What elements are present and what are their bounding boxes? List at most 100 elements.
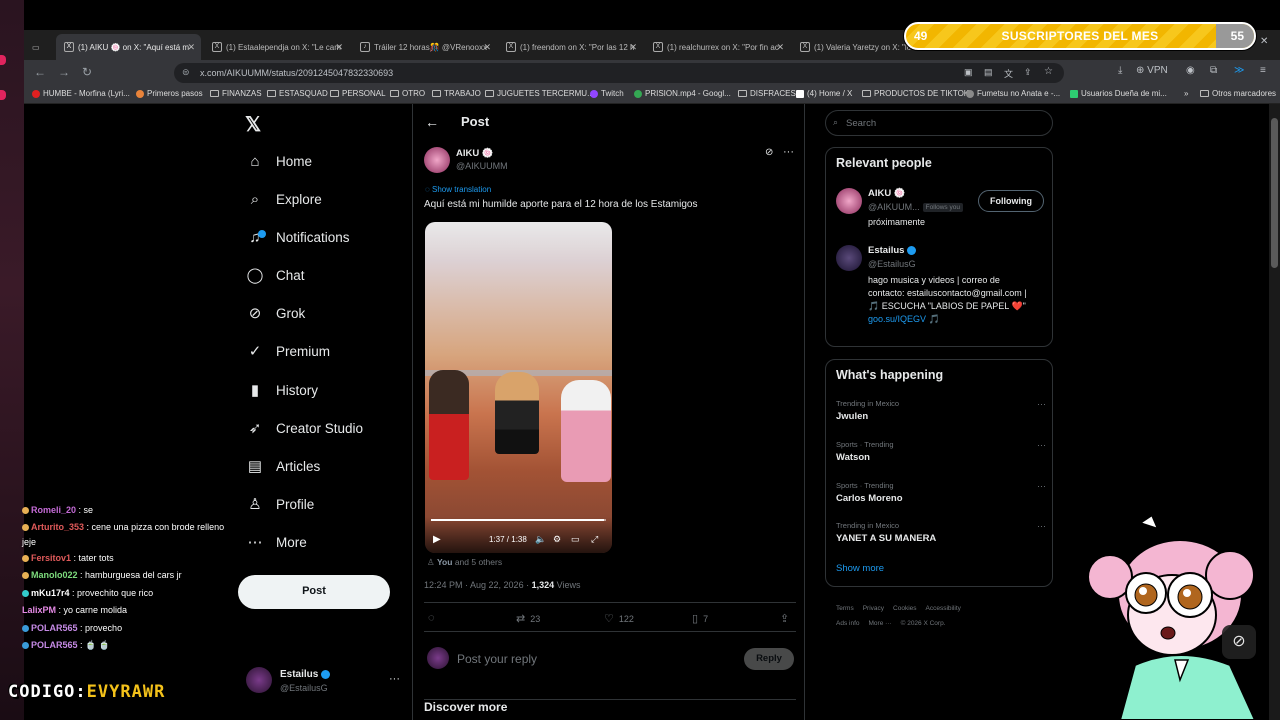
nav-chat[interactable]: ◯ Chat [246,263,305,287]
trend-item[interactable]: Trending in Mexico Jwulen ··· [836,399,1046,422]
download-icon[interactable]: ⤓ [1118,65,1122,76]
footer-link[interactable]: Terms [836,605,854,612]
bookmark-item[interactable]: FINANZAS [210,89,262,98]
browser-tab[interactable]: X (1) Estaalependja on X: "Le cam ✕ [204,34,349,60]
bookmark-item[interactable]: PRODUCTOS DE TIKTOK [862,89,969,98]
bookmark-button[interactable]: ▯ 7 [692,612,708,625]
menu-icon[interactable]: ≡ [1260,65,1266,76]
nav-premium[interactable]: ✓ Premium [246,339,330,363]
trend-item[interactable]: Sports · Trending Carlos Moreno ··· [836,481,1046,504]
camera-off-icon[interactable]: ⊘ [1222,625,1256,659]
browser-tab[interactable]: X (1) realchurrex on X: "Por fin ac ✕ [645,34,790,60]
translate-icon[interactable]: 文 [1004,67,1013,80]
reply-input[interactable]: Post your reply [457,652,537,666]
bio-link[interactable]: goo.su/IQEGV 🎵 [868,314,940,324]
close-icon[interactable]: ✕ [776,42,784,53]
reply-button[interactable]: ◌ [428,612,440,624]
browser-tab[interactable]: X (1) freendom on X: "Por las 12 h ✕ [498,34,643,60]
profile-icon[interactable]: ◉ [1186,65,1195,76]
share-icon[interactable]: ⇪ [1024,67,1032,78]
nav-home[interactable]: ⌂ Home [246,149,312,173]
video-player[interactable]: ▶ 1:37 / 1:38 🔈 ⚙ ▭ ⤢ [425,222,612,553]
avatar[interactable] [836,245,862,271]
more-icon[interactable]: ··· [1037,481,1046,491]
close-icon[interactable]: ✕ [335,42,343,53]
liked-by[interactable]: ♙ You and 5 others [427,557,502,568]
forward-icon[interactable]: → [58,65,70,79]
more-icon[interactable]: ··· [1037,521,1046,531]
more-icon[interactable]: ··· [389,673,400,685]
address-bar[interactable]: ⊜ x.com/AIKUUMM/status/20912450478323306… [174,63,1064,83]
back-arrow-icon[interactable]: ← [425,114,439,130]
bookmark-item[interactable]: OTRO [390,89,425,98]
author-name[interactable]: AIKU 🍥 [456,148,494,159]
play-icon[interactable]: ▶ [433,534,441,545]
bookmark-item[interactable]: ESTASQUAD [267,89,328,98]
footer-link[interactable]: Privacy [863,605,884,612]
vpn-button[interactable]: ⊕ VPN [1136,65,1168,76]
scrollbar-thumb[interactable] [1271,118,1278,268]
bookmark-item[interactable]: (4) Home / X [796,89,852,98]
pip-icon[interactable]: ▭ [571,534,580,545]
nav-grok[interactable]: ⊘ Grok [246,301,306,325]
person-name[interactable]: AIKU 🍥 [868,188,906,199]
fullscreen-icon[interactable]: ⤢ [591,534,598,545]
close-icon[interactable]: ✕ [629,42,637,53]
bookmark-item[interactable]: Fumetsu no Anata e -... [966,89,1060,98]
repost-button[interactable]: ⇄ 23 [516,612,540,625]
close-icon[interactable]: ✕ [483,42,491,53]
bookmark-item[interactable]: Otros marcadores [1200,89,1276,98]
reply-submit-button[interactable]: Reply [744,648,794,670]
account-switcher[interactable]: Estailus @EstailusG ··· [246,667,406,697]
show-translation-link[interactable]: ◌ Show translation [425,185,491,194]
trend-item[interactable]: Trending in Mexico YANET A SU MANERA ··· [836,521,1046,544]
cast-icon[interactable]: ▤ [984,67,993,78]
video-progress[interactable] [431,519,606,521]
bookmark-item[interactable]: HUMBE - Morfina (Lyri... [32,89,130,98]
nav-history[interactable]: ▮ History [246,378,318,402]
trend-item[interactable]: Sports · Trending Watson ··· [836,440,1046,463]
settings-icon[interactable]: ⚙ [553,534,561,545]
bookmarks-overflow-icon[interactable]: » [1184,89,1188,98]
browser-tab[interactable]: ♪ Tráiler 12 horas🎊 @VRenooxx ✕ [352,34,497,60]
person-name-row[interactable]: Estailus [868,245,917,256]
avatar[interactable] [836,188,862,214]
more-icon[interactable]: ··· [1037,440,1046,450]
nav-profile[interactable]: ♙ Profile [246,492,314,516]
footer-link[interactable]: Ads info [836,620,860,627]
bookmark-item[interactable]: PRISION.mp4 - Googl... [634,89,731,98]
bookmark-item[interactable]: Primeros pasos [136,89,203,98]
site-info-icon[interactable]: ⊜ [182,67,190,78]
bookmark-item[interactable]: Usuarios Dueña de mi... [1070,89,1167,98]
nav-more[interactable]: ⋯ More [246,530,307,554]
author-handle[interactable]: @AIKUUMM [456,161,508,171]
grok-icon[interactable]: ⊘ [765,147,773,158]
more-icon[interactable]: ··· [1037,399,1046,409]
bookmark-item[interactable]: JUGUETES TERCERMU... [485,89,594,98]
back-icon[interactable]: ← [34,65,46,79]
footer-link[interactable]: Cookies [893,605,916,612]
extension-icon[interactable]: ≫ [1234,65,1244,76]
close-icon[interactable]: ✕ [187,42,195,53]
nav-creator-studio[interactable]: ➶ Creator Studio [246,416,363,440]
window-close-icon[interactable]: ✕ [1260,36,1268,47]
following-button[interactable]: Following [978,190,1044,212]
star-icon[interactable]: ☆ [1044,66,1053,77]
browser-tab[interactable]: X (1) AIKU 🍥 on X: "Aquí está m ✕ [56,34,201,60]
x-logo-icon[interactable]: 𝕏 [245,112,261,137]
bookmark-item[interactable]: DISFRACES [738,89,796,98]
nav-notifications[interactable]: ♫ Notifications [246,225,349,249]
bookmark-item[interactable]: PERSONAL [330,89,386,98]
show-more-link[interactable]: Show more [836,563,884,574]
like-button[interactable]: ♡ 122 [604,612,634,625]
bookmark-item[interactable]: Twitch [590,89,624,98]
footer-link[interactable]: More ··· [869,620,892,627]
post-button[interactable]: Post [238,575,390,609]
search-input[interactable]: ⌕ Search [825,110,1053,136]
tab-group-icon[interactable]: ▭ [28,34,48,60]
reload-icon[interactable]: ↻ [82,65,92,79]
volume-icon[interactable]: 🔈 [535,534,546,545]
extensions-icon[interactable]: ⧉ [1210,65,1217,76]
install-icon[interactable]: ▣ [964,67,973,78]
author-avatar[interactable] [424,147,450,173]
